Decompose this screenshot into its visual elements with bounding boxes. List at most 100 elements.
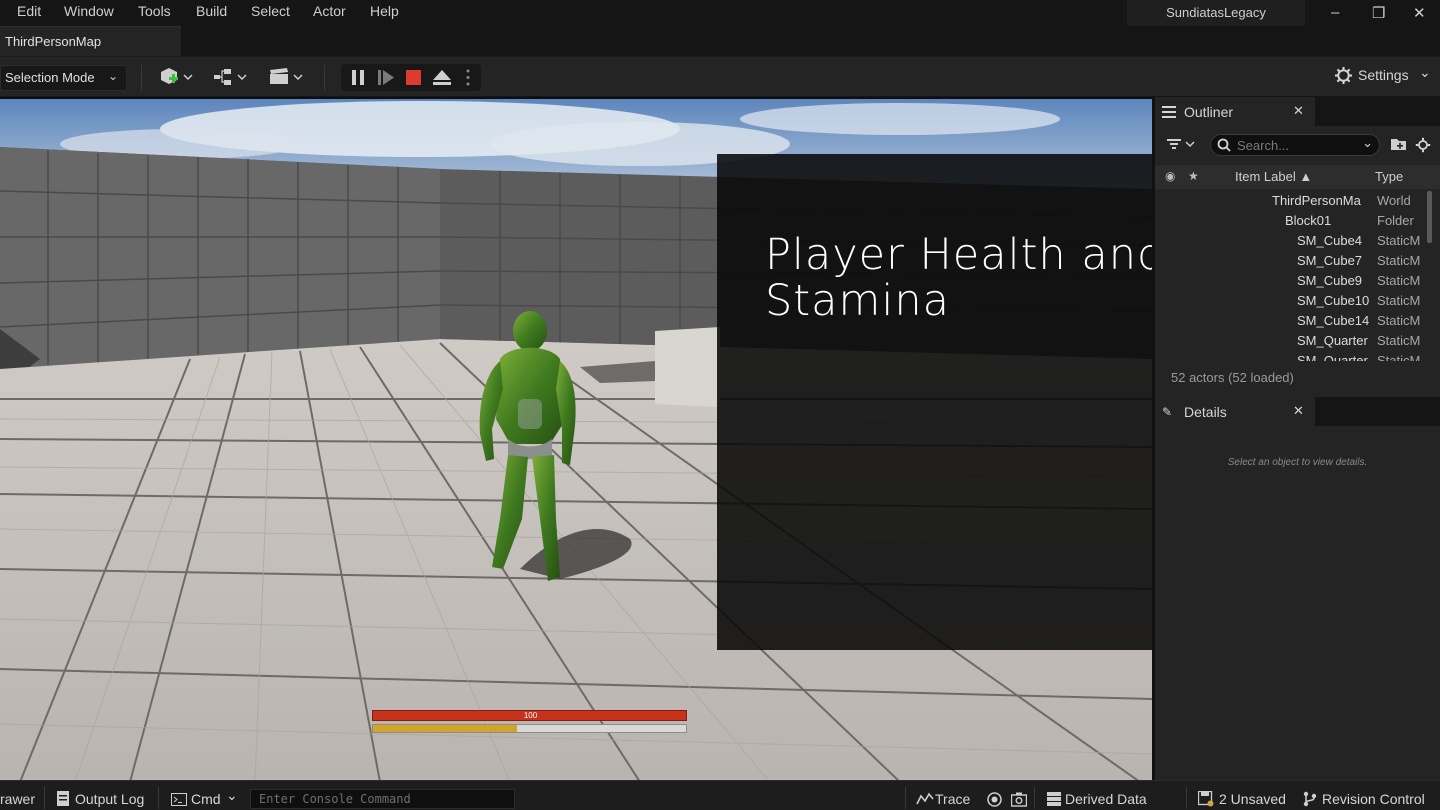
status-divider: [44, 787, 45, 809]
menu-actor[interactable]: Actor: [313, 3, 346, 19]
stamina-bar: [372, 724, 687, 733]
health-value: 100: [523, 711, 538, 720]
favorite-icon[interactable]: ★: [1188, 169, 1199, 183]
menu-help[interactable]: Help: [370, 3, 399, 19]
row-label: ThirdPersonMa: [1272, 193, 1361, 208]
toolbar-divider: [324, 65, 325, 91]
outliner-row[interactable]: SM_Quarter StaticM: [1155, 331, 1425, 351]
document-tab-bar: ThirdPersonMap: [0, 26, 1440, 56]
menu-select[interactable]: Select: [251, 3, 290, 19]
minimize-button[interactable]: –: [1331, 4, 1339, 21]
row-type: StaticM: [1377, 233, 1421, 248]
revision-control-button[interactable]: Revision Control: [1322, 791, 1425, 807]
row-label: SM_Cube4: [1297, 233, 1363, 248]
row-label: SM_Cube10: [1297, 293, 1370, 308]
row-type: StaticM: [1377, 293, 1421, 308]
details-panel: ✎ Details ✕ Select an object to view det…: [1152, 397, 1440, 780]
chevron-down-icon[interactable]: ⌄: [226, 787, 238, 804]
record-icon[interactable]: [987, 792, 1002, 810]
visibility-icon[interactable]: ◉: [1165, 169, 1175, 183]
console-input[interactable]: [259, 791, 509, 807]
row-label: SM_Quarter: [1297, 333, 1368, 348]
add-actor-icon[interactable]: [158, 65, 196, 89]
tab-label: ThirdPersonMap: [5, 34, 102, 49]
add-folder-icon[interactable]: [1391, 137, 1407, 154]
outliner-row[interactable]: SM_Cube9 StaticM: [1155, 271, 1425, 291]
outliner-row[interactable]: SM_Cube7 StaticM: [1155, 251, 1425, 271]
cinematics-icon[interactable]: [268, 65, 308, 89]
row-label: SM_Quarter: [1297, 353, 1368, 361]
chevron-down-icon[interactable]: ⌄: [1362, 135, 1373, 151]
derived-data-icon: [1047, 792, 1061, 809]
column-type[interactable]: Type: [1375, 169, 1403, 184]
search-input[interactable]: [1237, 137, 1357, 153]
menu-window[interactable]: Window: [64, 3, 114, 19]
tab-outliner[interactable]: Outliner ✕: [1155, 97, 1315, 126]
menu-bar: Edit Window Tools Build Select Actor Hel…: [0, 0, 1440, 26]
stop-icon[interactable]: [406, 70, 422, 89]
tab-third-person-map[interactable]: ThirdPersonMap: [0, 26, 181, 56]
cmd-dropdown[interactable]: Cmd: [191, 791, 221, 807]
outliner-row[interactable]: SM_Cube10 StaticM: [1155, 291, 1425, 311]
selection-mode-dropdown[interactable]: Selection Mode ⌄: [0, 65, 127, 91]
filter-icon[interactable]: [1167, 137, 1197, 154]
stamina-fill: [373, 725, 517, 732]
unsaved-button[interactable]: 2 Unsaved: [1219, 791, 1286, 807]
outliner-row[interactable]: Block01 Folder: [1155, 211, 1425, 231]
actor-count: 52 actors (52 loaded): [1171, 370, 1294, 385]
gear-icon[interactable]: [1415, 137, 1431, 156]
outliner-tab-bar: Outliner ✕: [1155, 97, 1440, 126]
more-options-icon[interactable]: [465, 68, 471, 90]
outliner-search[interactable]: ⌄: [1210, 134, 1380, 156]
project-name: SundiatasLegacy: [1127, 0, 1305, 26]
trace-button[interactable]: Trace: [935, 791, 970, 807]
status-divider: [158, 787, 159, 809]
details-tab-bar: ✎ Details ✕: [1155, 397, 1440, 426]
toolbar-divider: [141, 65, 142, 91]
close-icon[interactable]: ✕: [1293, 403, 1304, 419]
close-window-button[interactable]: ✕: [1413, 4, 1426, 22]
pause-icon[interactable]: [350, 69, 366, 89]
main-toolbar: Selection Mode ⌄ Settings ⌄: [0, 56, 1440, 96]
menu-build[interactable]: Build: [196, 3, 227, 19]
row-type: World: [1377, 193, 1411, 208]
outliner-column-header: ◉ ★ Item Label ▲ Type: [1155, 165, 1440, 189]
row-label: Block01: [1285, 213, 1332, 228]
chevron-down-icon: ⌄: [107, 69, 118, 83]
row-label: SM_Cube7: [1297, 253, 1363, 268]
outliner-row[interactable]: SM_Quarter StaticM: [1155, 351, 1425, 361]
search-icon: [1217, 138, 1231, 155]
output-log-button[interactable]: Output Log: [75, 791, 144, 807]
settings-label: Settings: [1358, 67, 1409, 83]
content-drawer-button[interactable]: rawer: [0, 791, 35, 807]
outliner-row[interactable]: SM_Cube14 StaticM: [1155, 311, 1425, 331]
gear-icon: [1334, 66, 1353, 88]
pencil-icon: ✎: [1162, 405, 1173, 419]
eject-icon[interactable]: [432, 69, 452, 89]
outliner-row[interactable]: SM_Cube4 StaticM: [1155, 231, 1425, 251]
menu-tools[interactable]: Tools: [138, 3, 171, 19]
console-command-field[interactable]: [250, 789, 515, 809]
screenshot-icon[interactable]: [1010, 792, 1028, 810]
derived-data-button[interactable]: Derived Data: [1065, 791, 1147, 807]
tab-details[interactable]: ✎ Details ✕: [1155, 397, 1315, 426]
details-empty-message: Select an object to view details.: [1227, 457, 1368, 468]
step-icon[interactable]: [377, 69, 395, 89]
blueprint-icon[interactable]: [212, 65, 252, 89]
outliner-panel: Outliner ✕ ⌄ ◉ ★ Item Label ▲ Type Third…: [1152, 97, 1440, 397]
row-type: StaticM: [1377, 273, 1421, 288]
outliner-scrollbar[interactable]: [1427, 191, 1432, 243]
status-bar: rawer Output Log Cmd ⌄ Trace Derived Dat…: [0, 780, 1440, 810]
row-type: StaticM: [1377, 313, 1421, 328]
close-icon[interactable]: ✕: [1293, 103, 1304, 119]
row-label: SM_Cube14: [1297, 313, 1370, 328]
row-type: StaticM: [1377, 253, 1421, 268]
restore-button[interactable]: ❐: [1372, 4, 1385, 22]
status-divider: [1034, 787, 1035, 809]
menu-edit[interactable]: Edit: [17, 3, 41, 19]
selection-mode-label: Selection Mode: [5, 70, 95, 85]
overlay-title: Player Health and Stamina: [765, 230, 1166, 326]
output-log-icon: [57, 791, 69, 809]
column-item-label[interactable]: Item Label ▲: [1235, 169, 1312, 184]
outliner-row[interactable]: ThirdPersonMa World: [1155, 191, 1425, 211]
